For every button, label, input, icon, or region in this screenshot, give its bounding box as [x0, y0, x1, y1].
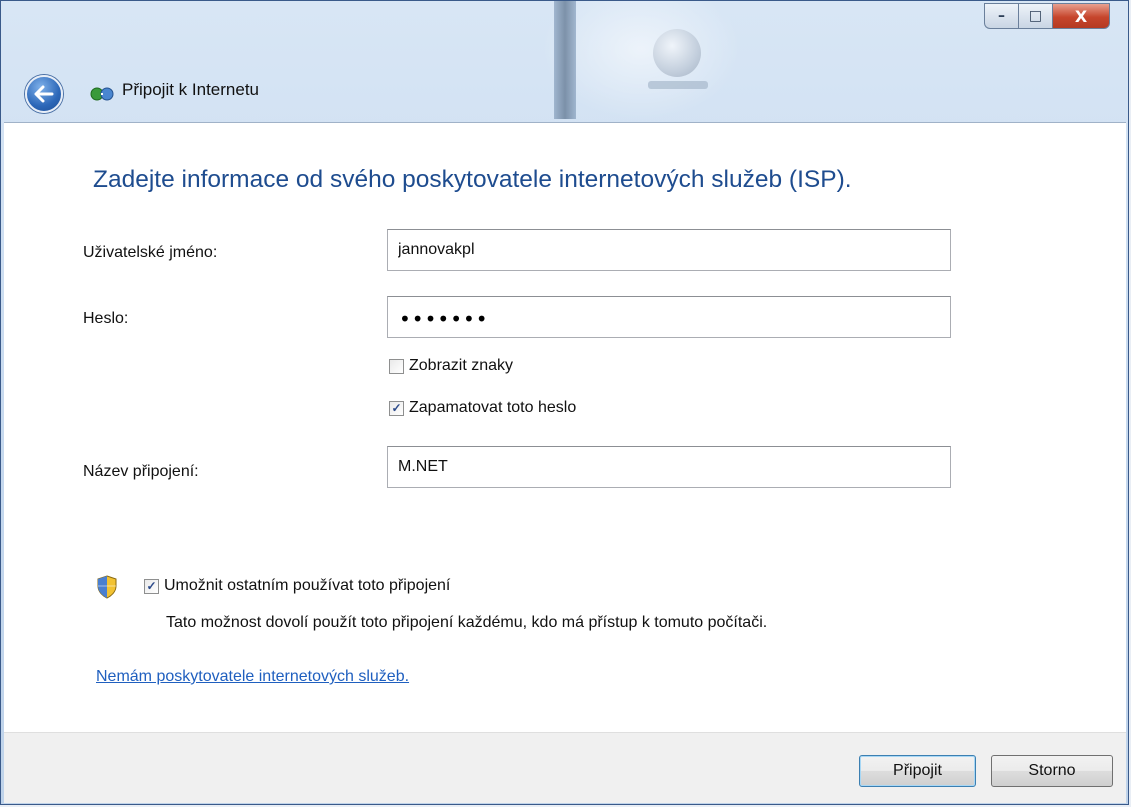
wizard-footer: Připojit Storno: [4, 732, 1126, 803]
maximize-icon: □: [1028, 8, 1043, 24]
no-isp-link[interactable]: Nemám poskytovatele internetových služeb…: [96, 668, 409, 686]
minimize-icon: –: [998, 8, 1005, 24]
wizard-window: – □ X Připojit k Internetu Zadejte infor…: [0, 0, 1129, 805]
close-icon: X: [1074, 6, 1088, 26]
show-characters-label: Zobrazit znaky: [409, 357, 514, 374]
connection-name-input[interactable]: [387, 446, 951, 488]
wizard-content: Zadejte informace od svého poskytovatele…: [4, 122, 1126, 733]
remember-password-checkbox-row[interactable]: ✓ Zapamatovat toto heslo: [389, 399, 576, 417]
minimize-button[interactable]: –: [984, 3, 1018, 29]
back-button[interactable]: [25, 75, 63, 113]
close-button[interactable]: X: [1052, 3, 1110, 29]
password-mask: •••••••: [399, 307, 489, 331]
maximize-button[interactable]: □: [1018, 3, 1052, 29]
remember-password-checkbox[interactable]: ✓: [389, 400, 404, 416]
username-input[interactable]: [387, 229, 951, 271]
caption-buttons: – □ X: [984, 3, 1110, 29]
show-characters-checkbox[interactable]: [389, 358, 404, 374]
page-heading: Zadejte informace od svého poskytovatele…: [93, 166, 852, 193]
connection-name-label: Název připojení:: [83, 463, 199, 480]
back-arrow-icon: [34, 85, 54, 103]
show-characters-checkbox-row[interactable]: Zobrazit znaky: [389, 357, 513, 375]
cancel-button[interactable]: Storno: [991, 755, 1113, 787]
remember-password-label: Zapamatovat toto heslo: [409, 399, 577, 416]
allow-others-description: Tato možnost dovolí použít toto připojen…: [166, 614, 768, 631]
network-icon: [90, 87, 114, 101]
background-internet-globe-icon: [653, 29, 701, 77]
connect-button[interactable]: Připojit: [859, 755, 976, 787]
checkmark-icon: ✓: [391, 401, 402, 415]
background-caption-blur: [648, 81, 708, 89]
checkmark-icon: ✓: [146, 579, 157, 593]
allow-others-label: Umožnit ostatním používat toto připojení: [164, 577, 451, 594]
allow-others-checkbox-row[interactable]: ✓ Umožnit ostatním používat toto připoje…: [144, 577, 450, 595]
username-label: Uživatelské jméno:: [83, 244, 218, 261]
background-window-edge: [554, 1, 576, 119]
password-label: Heslo:: [83, 310, 129, 327]
allow-others-checkbox[interactable]: ✓: [144, 578, 159, 594]
wizard-title: Připojit k Internetu: [122, 80, 260, 99]
uac-shield-icon: [97, 575, 117, 599]
